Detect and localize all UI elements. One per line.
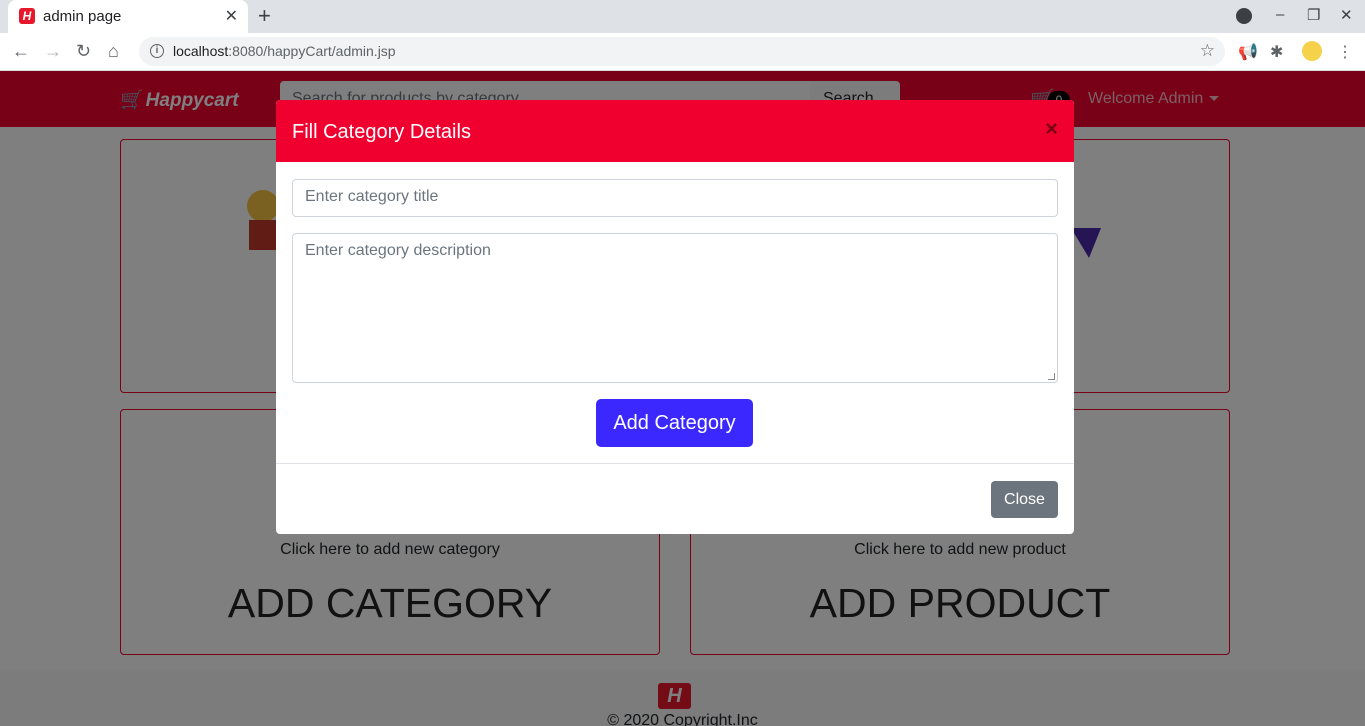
tab-close-icon[interactable]: ✕ [225,6,238,26]
add-category-modal: Fill Category Details × Enter category t… [276,100,1074,534]
description-placeholder: Enter category description [305,242,491,259]
new-tab-button[interactable]: + [258,3,271,29]
tab-title: admin page [43,8,122,25]
address-bar[interactable]: i localhost:8080/happyCart/admin.jsp ☆ [139,37,1225,66]
info-icon[interactable]: i [150,44,164,58]
browser-tab[interactable]: H admin page ✕ [8,0,248,33]
reload-icon[interactable]: ↻ [76,41,91,62]
modal-header: Fill Category Details × [276,100,1074,162]
back-arrow-icon[interactable]: ← [12,41,30,62]
modal-footer-divider [276,463,1074,464]
browser-tab-strip: H admin page ✕ + – ❐ ✕ [0,0,1365,33]
bookmark-star-icon[interactable]: ☆ [1200,41,1215,61]
browser-toolbar: ← → ↻ ⌂ i localhost:8080/happyCart/admin… [0,33,1365,71]
category-title-input[interactable]: Enter category title [292,179,1058,217]
close-icon[interactable]: × [1045,116,1058,142]
favicon-icon: H [19,8,35,24]
forward-arrow-icon[interactable]: → [44,41,62,62]
avatar[interactable] [1302,41,1322,61]
resize-handle-icon[interactable] [1048,373,1055,380]
home-icon[interactable]: ⌂ [108,41,119,62]
category-description-textarea[interactable]: Enter category description [292,233,1058,383]
profile-menu-icon[interactable] [1236,8,1252,24]
add-category-button[interactable]: Add Category [596,399,753,447]
close-button[interactable]: Close [991,481,1058,518]
puzzle-extensions-icon[interactable]: ✱ [1270,42,1283,62]
url-text: localhost:8080/happyCart/admin.jsp [173,43,396,59]
kebab-menu-icon[interactable]: ⋮ [1337,42,1353,62]
megaphone-extension-icon[interactable]: 📢 [1238,42,1258,62]
modal-title: Fill Category Details [292,121,471,143]
minimize-button[interactable]: – [1276,6,1284,23]
window-close-button[interactable]: ✕ [1340,6,1353,24]
restore-button[interactable]: ❐ [1307,6,1320,24]
